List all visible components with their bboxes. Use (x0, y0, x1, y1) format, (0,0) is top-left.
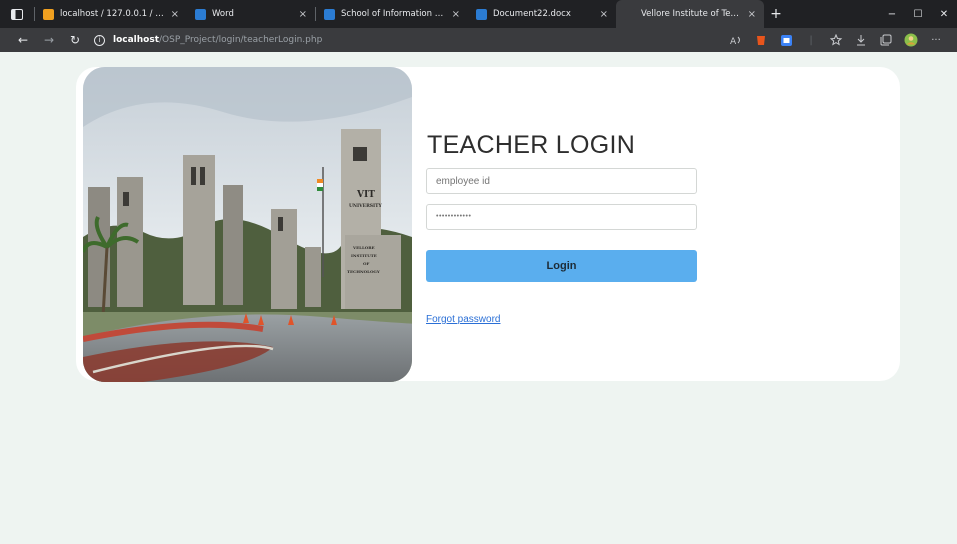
sign-line-institute: INSTITUTE (351, 253, 377, 258)
tab-close-icon[interactable]: × (600, 9, 608, 20)
tab-title: Word (212, 9, 234, 19)
url-path: /OSP_Project/login/teacherLogin.php (159, 35, 323, 45)
word-favicon-icon (324, 8, 335, 20)
svg-text:A: A (730, 37, 737, 45)
favorites-icon[interactable] (825, 31, 847, 49)
toolbar-icons: A | ··· (722, 31, 947, 49)
minimize-button[interactable]: − (879, 0, 905, 28)
forgot-password-link[interactable]: Forgot password (426, 314, 500, 325)
tab-vit-active[interactable]: Vellore Institute of Technology × (616, 0, 764, 28)
back-icon[interactable]: ← (10, 33, 36, 47)
tab-close-icon[interactable]: × (171, 9, 179, 20)
forward-icon[interactable]: → (36, 33, 62, 47)
tab-school-info-tech[interactable]: School of Information Technolog × (316, 0, 468, 28)
page-favicon-icon (624, 8, 635, 20)
window-controls: − ☐ ✕ (879, 0, 957, 28)
tab-close-icon[interactable]: × (299, 9, 307, 20)
tab-phpmyadmin[interactable]: localhost / 127.0.0.1 / college_d × (35, 0, 187, 28)
refresh-icon[interactable]: ↻ (62, 33, 88, 47)
tab-close-icon[interactable]: × (452, 9, 460, 20)
campus-illustration: VIT UNIVERSITY VELLORE INSTITUTE OF TECH… (83, 67, 412, 382)
tab-title: Document22.docx (493, 9, 571, 19)
sign-line-vellore: VELLORE (352, 245, 375, 250)
browser-toolbar: ← → ↻ i localhost /OSP_Project/login/tea… (0, 28, 957, 52)
url-host: localhost (113, 35, 160, 45)
phpmyadmin-favicon-icon (43, 8, 54, 20)
read-aloud-icon[interactable]: A (725, 31, 747, 49)
maximize-button[interactable]: ☐ (905, 0, 931, 28)
toolbar-divider: | (809, 34, 813, 46)
address-bar[interactable]: i localhost /OSP_Project/login/teacherLo… (94, 34, 722, 46)
word-favicon-icon (476, 8, 487, 20)
tab-close-icon[interactable]: × (748, 9, 756, 20)
tab-title: localhost / 127.0.0.1 / college_d (60, 9, 165, 19)
site-info-icon[interactable]: i (94, 34, 105, 46)
extension-icon[interactable] (750, 31, 772, 49)
campus-photo: VIT UNIVERSITY VELLORE INSTITUTE OF TECH… (83, 67, 412, 382)
tab-title: Vellore Institute of Technology (641, 9, 742, 19)
password-field[interactable]: •••••••••••• (426, 204, 697, 230)
close-window-button[interactable]: ✕ (931, 0, 957, 28)
tab-title: School of Information Technolog (341, 9, 446, 19)
tab-document22[interactable]: Document22.docx × (468, 0, 616, 28)
new-tab-button[interactable]: + (764, 6, 788, 22)
sign-line-vit: VIT (356, 190, 375, 200)
browser-tab-strip: localhost / 127.0.0.1 / college_d × Word… (0, 0, 957, 28)
page-title: TEACHER LOGIN (427, 131, 636, 159)
login-button[interactable]: Login (426, 250, 697, 282)
collections-icon[interactable] (875, 31, 897, 49)
extension-blue-icon[interactable] (775, 31, 797, 49)
sign-line-university: UNIVERSITY (349, 203, 383, 209)
tab-actions-icon[interactable] (0, 0, 34, 28)
sign-line-technology: TECHNOLOGY (347, 269, 380, 274)
profile-avatar-icon[interactable] (900, 31, 922, 49)
employee-id-field[interactable] (426, 168, 697, 194)
more-options-icon[interactable]: ··· (925, 31, 947, 49)
word-favicon-icon (195, 8, 206, 20)
downloads-icon[interactable] (850, 31, 872, 49)
tab-word[interactable]: Word × (187, 0, 315, 28)
sign-line-of: OF (363, 261, 369, 266)
